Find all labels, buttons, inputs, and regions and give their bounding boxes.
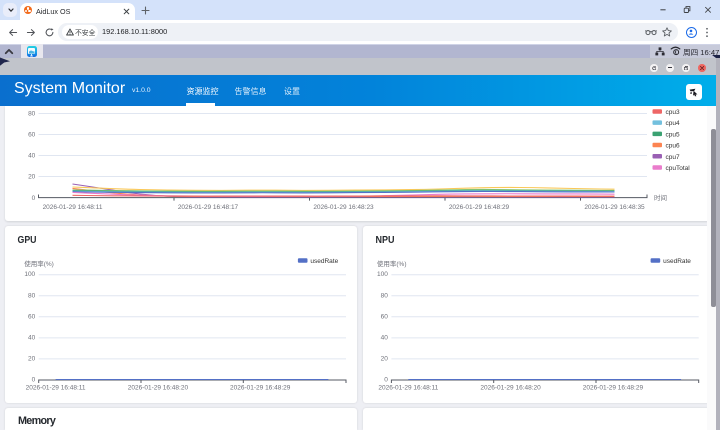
svg-text:2026-01-29 16:48:11: 2026-01-29 16:48:11 <box>26 385 86 392</box>
svg-text:40: 40 <box>381 334 389 341</box>
svg-text:2026-01-29 16:48:35: 2026-01-29 16:48:35 <box>584 204 645 211</box>
svg-text:cpu3: cpu3 <box>666 109 680 116</box>
svg-text:0: 0 <box>32 195 36 202</box>
svg-text:cpu4: cpu4 <box>666 120 680 127</box>
svg-text:2026-01-29 16:48:20: 2026-01-29 16:48:20 <box>128 385 189 392</box>
svg-text:100: 100 <box>377 271 388 278</box>
svg-text:2026-01-29 16:48:29: 2026-01-29 16:48:29 <box>449 204 510 211</box>
svg-text:时间: 时间 <box>654 193 667 202</box>
svg-text:usedRate: usedRate <box>663 258 691 265</box>
svg-text:60: 60 <box>28 132 36 139</box>
svg-text:0: 0 <box>32 377 36 384</box>
svg-text:60: 60 <box>28 313 36 320</box>
svg-text:2026-01-29 16:48:29: 2026-01-29 16:48:29 <box>583 385 644 392</box>
svg-text:2026-01-29 16:48:11: 2026-01-29 16:48:11 <box>378 385 438 392</box>
svg-text:40: 40 <box>28 334 36 341</box>
svg-text:使用率(%): 使用率(%) <box>24 259 54 268</box>
svg-text:40: 40 <box>28 153 36 160</box>
svg-text:cpuTotal: cpuTotal <box>666 165 691 172</box>
svg-text:usedRate: usedRate <box>310 258 338 265</box>
svg-text:80: 80 <box>28 111 36 118</box>
svg-text:GPU: GPU <box>18 234 37 246</box>
svg-text:0: 0 <box>384 377 388 384</box>
svg-text:cpu5: cpu5 <box>666 131 680 138</box>
svg-text:60: 60 <box>381 313 389 320</box>
svg-text:NPU: NPU <box>376 234 395 246</box>
svg-text:20: 20 <box>28 355 36 362</box>
svg-text:80: 80 <box>28 292 36 299</box>
svg-text:2026-01-29 16:48:29: 2026-01-29 16:48:29 <box>230 385 291 392</box>
svg-text:cpu7: cpu7 <box>666 154 680 161</box>
svg-text:2026-01-29 16:48:11: 2026-01-29 16:48:11 <box>43 204 103 211</box>
svg-text:20: 20 <box>28 174 36 181</box>
svg-text:使用率(%): 使用率(%) <box>377 259 407 268</box>
svg-text:100: 100 <box>24 271 35 278</box>
svg-text:cpu6: cpu6 <box>666 143 680 150</box>
svg-text:2026-01-29 16:48:20: 2026-01-29 16:48:20 <box>480 385 541 392</box>
svg-text:80: 80 <box>381 292 389 299</box>
svg-text:2026-01-29 16:48:17: 2026-01-29 16:48:17 <box>178 204 239 211</box>
svg-text:2026-01-29 16:48:23: 2026-01-29 16:48:23 <box>313 204 374 211</box>
svg-text:20: 20 <box>381 355 389 362</box>
